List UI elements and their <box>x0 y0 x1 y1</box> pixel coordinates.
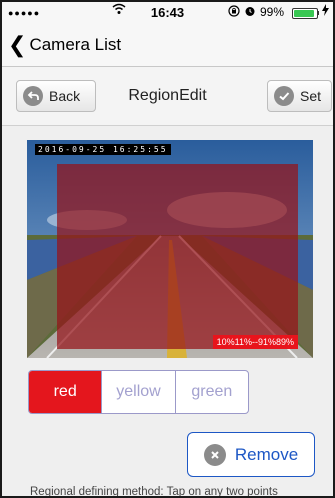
navigation-bar: ❮ Camera List <box>2 22 333 67</box>
nav-back-label: Camera List <box>29 35 122 54</box>
chevron-left-icon: ❮ <box>8 32 27 57</box>
alarm-icon <box>244 5 256 20</box>
nav-back-button[interactable]: ❮ Camera List <box>8 32 121 58</box>
close-icon <box>203 443 226 466</box>
battery-icon <box>292 8 318 19</box>
detection-region[interactable]: 10%11%--91%89% <box>57 164 298 349</box>
instruction-text: Regional defining method: Tap on any two… <box>30 486 278 498</box>
battery-percent: 99% <box>260 5 285 19</box>
charging-icon <box>322 4 329 19</box>
checkmark-icon <box>274 86 294 106</box>
set-button[interactable]: Set <box>267 80 332 112</box>
color-option-yellow[interactable]: yellow <box>101 371 174 413</box>
battery-cap <box>317 11 319 15</box>
camera-preview[interactable]: 2016-09-25 16:25:55 10%11%--91%89% <box>27 140 313 358</box>
app-frame: ●●●●● 16:43 99% ❮ Camera List Back Regio… <box>0 0 335 498</box>
rotation-lock-icon <box>228 5 240 20</box>
remove-button-label: Remove <box>234 444 299 464</box>
status-bar: ●●●●● 16:43 99% <box>2 2 333 22</box>
region-color-selector: red yellow green <box>28 370 249 414</box>
region-coordinates-label: 10%11%--91%89% <box>212 335 298 349</box>
toolbar: Back RegionEdit Set <box>2 67 333 126</box>
color-option-red[interactable]: red <box>29 371 102 413</box>
set-button-label: Set <box>300 88 322 104</box>
color-option-green[interactable]: green <box>174 371 248 413</box>
remove-button[interactable]: Remove <box>187 432 315 477</box>
camera-timestamp: 2016-09-25 16:25:55 <box>35 144 171 155</box>
